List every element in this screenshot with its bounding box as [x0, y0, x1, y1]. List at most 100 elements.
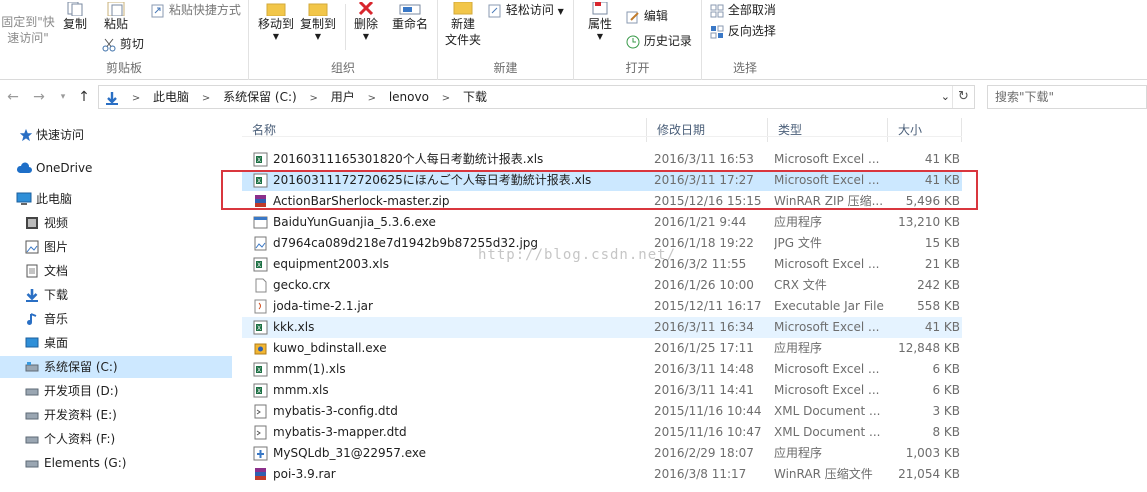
nav-item-quick-access[interactable]: 快速访问	[0, 124, 232, 146]
file-row[interactable]: mybatis-3-config.dtd 2015/11/16 10:44 XML …	[242, 401, 962, 422]
select-none-button[interactable]: 全部取消	[710, 2, 776, 18]
invert-selection-icon	[710, 25, 724, 38]
easy-access-button[interactable]: 轻松访问 ▼	[488, 2, 564, 20]
nav-item-drive-c[interactable]: 系统保留 (C:)	[0, 356, 232, 378]
file-date: 2016/3/8 11:17	[654, 467, 747, 481]
organize-group: 移动到 ▼ 复制到 ▼ 删除 ▼ 重命名 组织	[249, 0, 438, 80]
file-row[interactable]: MySQLdb_31@22957.exe 2016/2/29 18:07 应用程序 1…	[242, 443, 962, 464]
nav-item-desktop[interactable]: 桌面	[0, 332, 232, 354]
breadcrumb-lenovo[interactable]: lenovo	[389, 86, 429, 108]
nav-item-this-pc[interactable]: 此电脑	[0, 188, 232, 210]
file-size: 13,210 KB	[898, 215, 960, 229]
svg-text:X: X	[257, 157, 261, 164]
nav-item-drive-f[interactable]: 个人资料 (F:)	[0, 428, 232, 450]
nav-item-pictures[interactable]: 图片	[0, 236, 232, 258]
file-size: 41 KB	[924, 320, 960, 334]
paste-shortcut-button[interactable]: 粘贴快捷方式	[151, 2, 241, 18]
select-none-icon	[710, 4, 724, 17]
download-icon	[26, 289, 38, 302]
xml-icon	[254, 425, 267, 440]
breadcrumb-this-pc[interactable]: 此电脑	[153, 86, 189, 108]
excel-icon: X	[253, 320, 268, 335]
xml-icon	[254, 404, 267, 419]
address-dropdown-chevron-icon[interactable]: ⌄	[941, 86, 950, 108]
file-name: mybatis-3-config.dtd	[273, 404, 398, 418]
address-input[interactable]: > 此电脑 > 系统保留 (C:) > 用户 > lenovo > 下载 ⌄ ↻	[98, 85, 975, 109]
breadcrumb-separator[interactable]: >	[433, 88, 459, 110]
up-button[interactable]: ↑	[75, 87, 93, 107]
file-row[interactable]: Xmmm(1).xls 2016/3/11 14:48 Microsoft Exce…	[242, 359, 962, 380]
file-row[interactable]: gecko.crx 2016/1/26 10:00 CRX 文件 242 KB	[242, 275, 962, 296]
file-name: poi-3.9.rar	[273, 467, 336, 481]
nav-item-downloads[interactable]: 下载	[0, 284, 232, 306]
drive-icon	[25, 362, 39, 372]
file-name: 20160311165301820个人每日考勤统计报表.xls	[273, 152, 544, 166]
picture-icon	[25, 240, 39, 254]
chevron-down-icon: ▼	[314, 32, 322, 41]
back-button[interactable]: ←	[4, 87, 22, 107]
copy-button[interactable]: 复制	[58, 0, 92, 32]
file-row[interactable]: kuwo_bdinstall.exe 2016/1/25 17:11 应用程序 12,…	[242, 338, 962, 359]
paste-icon	[107, 1, 125, 16]
breadcrumb-separator[interactable]: >	[193, 88, 219, 110]
nav-item-drive-d[interactable]: 开发项目 (D:)	[0, 380, 232, 402]
file-date: 2016/1/26 10:00	[654, 278, 754, 292]
breadcrumb-drive-c[interactable]: 系统保留 (C:)	[223, 86, 297, 108]
file-date: 2015/11/16 10:44	[654, 404, 762, 418]
history-clock-icon	[626, 35, 640, 48]
pin-to-quick-access-button[interactable]: 固定到"快 速访问"	[0, 14, 56, 46]
nav-item-drive-g[interactable]: Elements (G:)	[0, 452, 232, 474]
drive-icon	[25, 412, 39, 420]
forward-button[interactable]: →	[30, 87, 48, 107]
file-name: joda-time-2.1.jar	[273, 299, 373, 313]
breadcrumb-separator[interactable]: >	[301, 88, 327, 110]
file-row[interactable]: Xmmm.xls 2016/3/11 14:41 Microsoft Excel .…	[242, 380, 962, 401]
edit-button[interactable]: 编辑	[626, 8, 668, 24]
recent-locations-button[interactable]: ▾	[54, 87, 72, 107]
file-row[interactable]: Xkkk.xls 2016/3/11 16:34 Microsoft Excel .…	[242, 317, 962, 338]
nav-item-onedrive[interactable]: OneDrive	[0, 157, 232, 179]
paste-button[interactable]: 粘贴	[98, 0, 134, 32]
file-row[interactable]: poi-3.9.rar 2016/3/8 11:17 WinRAR 压缩文件 21,0…	[242, 464, 962, 485]
file-type: Microsoft Excel ...	[774, 257, 880, 271]
clipboard-group-label: 剪贴板	[105, 61, 142, 75]
copy-to-button[interactable]: 复制到 ▼	[297, 0, 339, 42]
rename-button[interactable]: 重命名	[387, 0, 433, 32]
nav-item-music[interactable]: 音乐	[0, 308, 232, 330]
breadcrumb-separator[interactable]: >	[359, 88, 385, 110]
file-row[interactable]: mybatis-3-mapper.dtd 2015/11/16 10:47 XML …	[242, 422, 962, 443]
breadcrumb-users[interactable]: 用户	[331, 86, 355, 108]
file-name: BaiduYunGuanjia_5.3.6.exe	[273, 215, 436, 229]
music-icon	[27, 313, 37, 325]
history-button[interactable]: 历史记录	[626, 33, 692, 49]
file-row[interactable]: BaiduYunGuanjia_5.3.6.exe 2016/1/21 9:44 应…	[242, 212, 962, 233]
jar-icon	[254, 299, 267, 314]
file-date: 2015/12/11 16:17	[654, 299, 762, 313]
new-folder-button[interactable]: 新建 文件夹	[442, 0, 484, 48]
video-icon	[26, 217, 38, 229]
delete-button[interactable]: 删除 ▼	[350, 0, 382, 42]
nav-item-drive-e[interactable]: 开发资料 (E:)	[0, 404, 232, 426]
properties-button[interactable]: 属性 ▼	[582, 0, 618, 42]
file-name: mmm.xls	[273, 383, 329, 397]
file-row[interactable]: X 20160311165301820个人每日考勤统计报表.xls 2016/3/1…	[242, 149, 962, 170]
file-date: 2016/3/11 16:34	[654, 320, 754, 334]
chevron-down-icon: ▼	[557, 7, 564, 16]
nav-item-documents[interactable]: 文档	[0, 260, 232, 282]
file-row[interactable]: joda-time-2.1.jar 2015/12/11 16:17 Executa…	[242, 296, 962, 317]
excel-icon: X	[253, 383, 268, 398]
cut-button[interactable]: 剪切	[102, 36, 144, 52]
refresh-icon[interactable]: ↻	[952, 86, 974, 108]
file-size: 8 KB	[932, 425, 960, 439]
chevron-down-icon: ▼	[362, 32, 370, 41]
address-location-icon	[99, 86, 119, 108]
search-input[interactable]: 搜索"下载"	[987, 85, 1147, 109]
breadcrumb-downloads[interactable]: 下载	[463, 86, 487, 108]
move-to-button[interactable]: 移动到 ▼	[255, 0, 297, 42]
nav-item-videos[interactable]: 视频	[0, 212, 232, 234]
properties-icon	[592, 1, 608, 14]
svg-text:X: X	[257, 367, 261, 374]
new-group: 新建 文件夹 轻松访问 ▼ 新建	[438, 0, 574, 80]
invert-selection-button[interactable]: 反向选择	[710, 23, 776, 39]
file-type: Microsoft Excel ...	[774, 383, 880, 397]
